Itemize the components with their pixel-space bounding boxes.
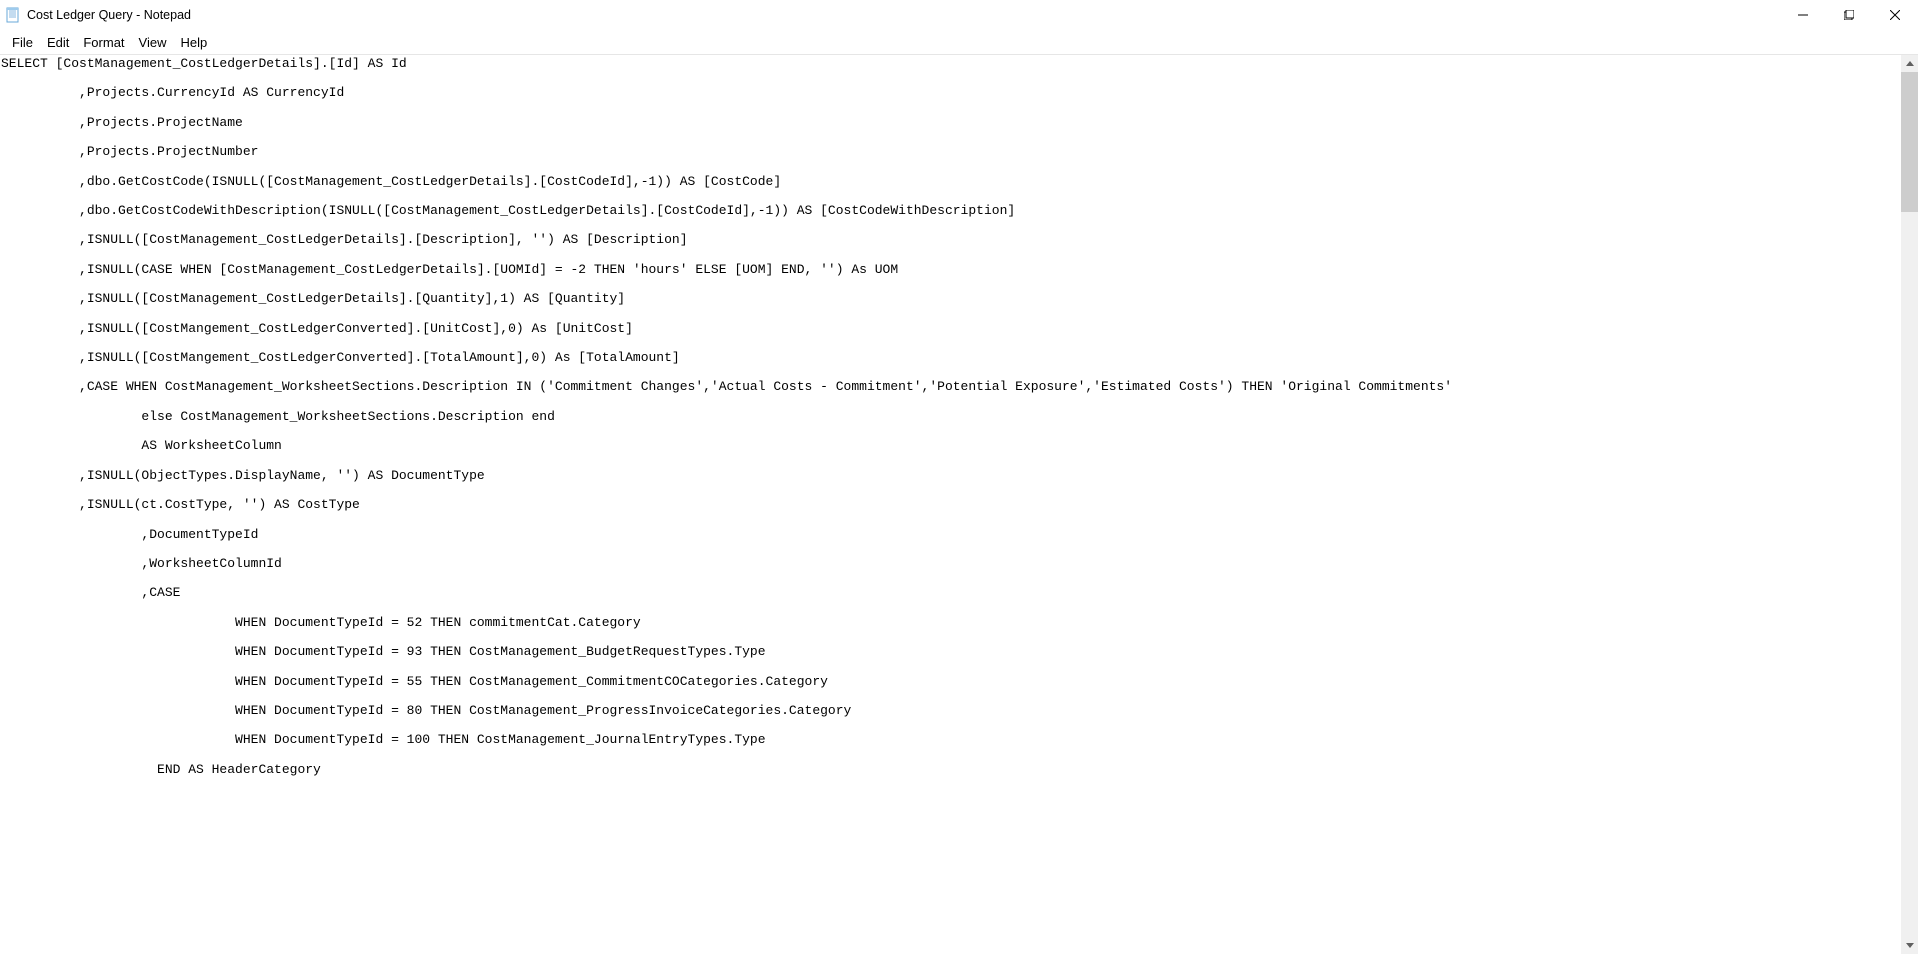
maximize-button[interactable] [1826,0,1872,30]
menu-help[interactable]: Help [174,33,213,52]
minimize-button[interactable] [1780,0,1826,30]
vertical-scrollbar[interactable] [1901,55,1918,954]
scroll-track[interactable] [1901,72,1918,937]
scroll-thumb[interactable] [1901,72,1918,212]
scroll-up-arrow[interactable] [1901,55,1918,72]
editor-container: SELECT [CostManagement_CostLedgerDetails… [0,55,1918,954]
text-editor[interactable]: SELECT [CostManagement_CostLedgerDetails… [0,55,1901,954]
menu-view[interactable]: View [133,33,173,52]
notepad-icon [5,7,21,23]
menu-format[interactable]: Format [77,33,130,52]
scroll-down-arrow[interactable] [1901,937,1918,954]
window-title: Cost Ledger Query - Notepad [27,8,191,22]
window-controls [1780,0,1918,30]
menu-file[interactable]: File [6,33,39,52]
close-button[interactable] [1872,0,1918,30]
titlebar-left: Cost Ledger Query - Notepad [5,7,191,23]
menubar: File Edit Format View Help [0,30,1918,54]
menu-edit[interactable]: Edit [41,33,75,52]
titlebar: Cost Ledger Query - Notepad [0,0,1918,30]
